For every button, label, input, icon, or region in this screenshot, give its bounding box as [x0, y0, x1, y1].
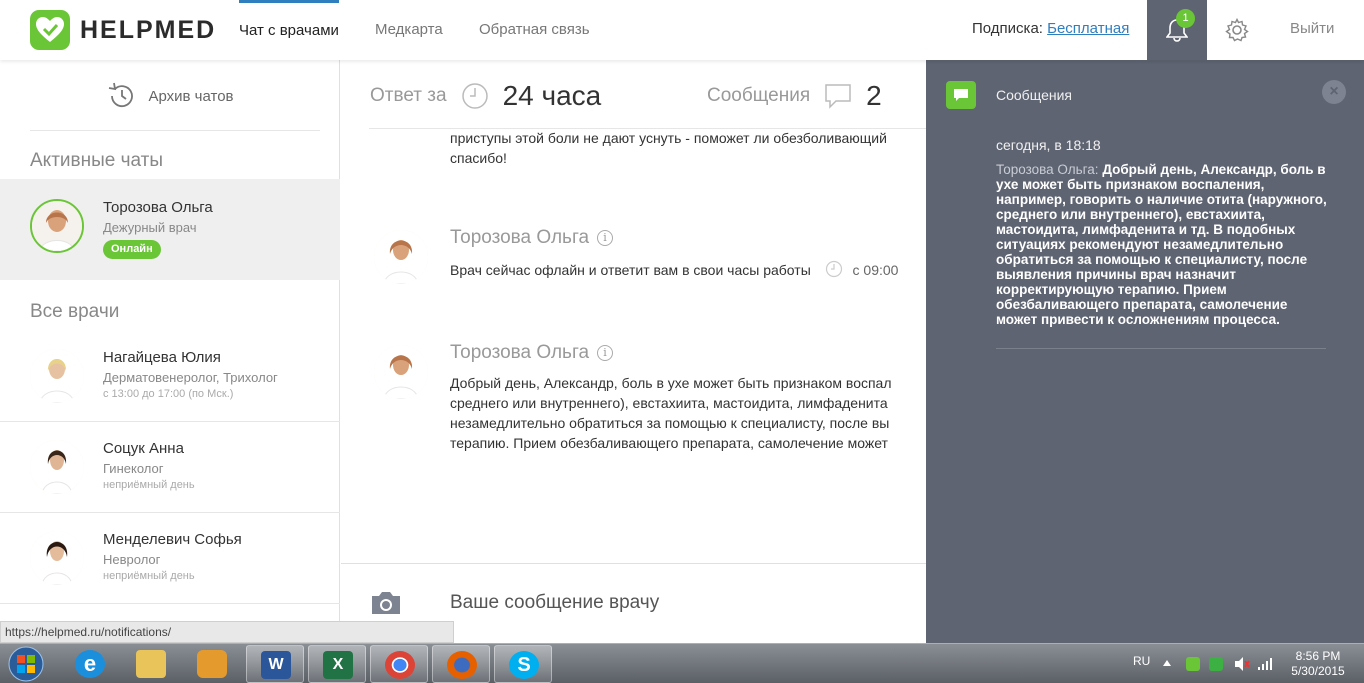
avatar	[30, 440, 84, 494]
doctor-specialty: Гинеколог	[103, 461, 164, 476]
doctor-name: Торозова Ольга	[103, 199, 213, 216]
subscription-link[interactable]: Бесплатная	[1047, 20, 1129, 37]
windows-taskbar: e W X S RU 8:56 PM 5/30/2015	[0, 643, 1364, 683]
all-doctors-title: Все врачи	[30, 301, 120, 322]
avatar	[374, 230, 428, 284]
doctor-hours: неприёмный день	[103, 479, 195, 491]
message-text: среднего или внутреннего), евстахиита, м…	[450, 395, 888, 411]
clock-icon	[461, 83, 488, 109]
notification-body: Добрый день, Александр, боль в ухе может…	[996, 162, 1327, 327]
subscription-info: Подписка: Бесплатная	[972, 0, 1129, 60]
message-text: Добрый день, Александр, боль в ухе может…	[450, 375, 892, 391]
clock-time: 8:56 PM	[1295, 649, 1341, 663]
chat-bubble-icon	[825, 84, 851, 109]
nav-medcard[interactable]: Медкарта	[375, 0, 443, 60]
notification-text[interactable]: Торозова Ольга: Добрый день, Александр, …	[996, 162, 1331, 327]
ie-icon[interactable]: e	[61, 645, 119, 683]
tray-security-icon[interactable]	[1209, 657, 1223, 671]
logo-text: HELPMED	[80, 15, 217, 44]
status-url: https://helpmed.ru/notifications/	[0, 621, 454, 643]
message-input[interactable]: Ваше сообщение врачу	[450, 592, 659, 614]
logo-heart-icon	[30, 10, 70, 50]
messages-count: 2	[866, 80, 882, 111]
doctor-hours: с 13:00 до 17:00 (по Мск.)	[103, 388, 234, 400]
message-text: приступы этой боли не дают уснуть - помо…	[450, 130, 887, 146]
reply-value: 24 часа	[502, 80, 602, 111]
archive-label: Архив чатов	[148, 87, 234, 105]
info-icon[interactable]: i	[597, 230, 614, 246]
signal-icon[interactable]	[1257, 657, 1273, 671]
media-player-icon[interactable]	[183, 645, 241, 683]
start-icon[interactable]	[6, 645, 46, 683]
avatar	[30, 531, 84, 585]
info-icon[interactable]: i	[597, 345, 614, 361]
subscription-label: Подписка:	[972, 20, 1043, 37]
doctor-list-item[interactable]: Соцук Анна Гинеколог неприёмный день	[0, 422, 340, 513]
volume-muted-icon[interactable]	[1234, 656, 1250, 672]
message-time: с 09:00	[852, 262, 899, 278]
doctor-name: Соцук Анна	[103, 440, 184, 457]
message-author: Торозова Ольга i	[450, 227, 614, 249]
history-icon	[109, 82, 134, 108]
reply-time-stat: Ответ за 24 часа	[370, 80, 601, 112]
camera-icon[interactable]	[370, 590, 402, 616]
logout-button[interactable]: Выйти	[1290, 0, 1334, 60]
notifications-panel: Сообщения × сегодня, в 18:18 Торозова Ол…	[926, 60, 1364, 643]
divider	[30, 130, 320, 131]
message-icon	[946, 81, 976, 109]
message-text: спасибо!	[450, 150, 507, 166]
system-clock[interactable]: 8:56 PM 5/30/2015	[1288, 649, 1348, 679]
panel-title: Сообщения	[996, 87, 1072, 103]
notification-time: сегодня, в 18:18	[996, 137, 1101, 153]
avatar	[30, 199, 84, 253]
tray-arrow-icon[interactable]	[1162, 657, 1172, 669]
notifications-button[interactable]: 1	[1147, 0, 1207, 60]
active-chats-title: Активные чаты	[30, 150, 164, 171]
messages-stat: Сообщения 2	[707, 80, 882, 112]
doctor-role: Дежурный врач	[103, 220, 197, 235]
doctor-name: Менделевич Софья	[103, 531, 242, 548]
message-text: терапию. Прием обезбаливающего препарата…	[450, 435, 888, 451]
notification-author: Торозова Ольга:	[996, 162, 1099, 177]
helpmed-logo[interactable]: HELPMED	[30, 10, 216, 50]
avatar	[374, 345, 428, 399]
active-chat-item[interactable]: Торозова Ольга Дежурный врач Онлайн	[0, 179, 340, 280]
message-body: Врач сейчас офлайн и ответит вам в свои …	[450, 262, 811, 278]
chrome-icon[interactable]	[370, 645, 428, 683]
explorer-icon[interactable]	[122, 645, 180, 683]
doctor-hours: неприёмный день	[103, 570, 195, 582]
skype-icon[interactable]: S	[494, 645, 552, 683]
avatar	[30, 349, 84, 403]
messages-label: Сообщения	[707, 85, 811, 106]
nav-chat-doctors[interactable]: Чат с врачами	[239, 0, 339, 60]
message-text: незамедлительно обратиться за помощью к …	[450, 415, 890, 431]
doctor-list-item[interactable]: Менделевич Софья Невролог неприёмный ден…	[0, 513, 340, 604]
gear-icon[interactable]	[1225, 18, 1249, 42]
doctor-specialty: Невролог	[103, 552, 161, 567]
chat-area: Ответ за 24 часа Сообщения 2 приступы эт…	[341, 60, 926, 643]
doctor-name: Нагайцева Юлия	[103, 349, 221, 366]
notification-count-badge: 1	[1176, 9, 1195, 28]
excel-icon[interactable]: X	[308, 645, 366, 683]
message-author: Торозова Ольга i	[450, 342, 614, 364]
firefox-icon[interactable]	[432, 645, 490, 683]
divider	[996, 348, 1326, 349]
message-text: Врач сейчас офлайн и ответит вам в свои …	[450, 260, 898, 280]
top-header: HELPMED Чат с врачами Медкарта Обратная …	[0, 0, 1364, 60]
tray-app-icon[interactable]	[1186, 657, 1200, 671]
online-status-badge: Онлайн	[103, 240, 161, 259]
doctor-list-item[interactable]: Нагайцева Юлия Дерматовенеролог, Трихоло…	[0, 331, 340, 422]
clock-icon	[825, 260, 842, 278]
doctor-specialty: Дерматовенеролог, Трихолог	[103, 370, 278, 385]
nav-feedback[interactable]: Обратная связь	[479, 0, 590, 60]
reply-label: Ответ за	[370, 85, 447, 106]
close-icon[interactable]: ×	[1322, 80, 1346, 104]
author-name: Торозова Ольга	[450, 227, 590, 248]
word-icon[interactable]: W	[246, 645, 304, 683]
clock-date: 5/30/2015	[1291, 664, 1345, 678]
author-name: Торозова Ольга	[450, 342, 590, 363]
language-indicator[interactable]: RU	[1133, 654, 1150, 683]
archive-chats-button[interactable]: Архив чатов	[0, 60, 340, 132]
sidebar: Архив чатов Активные чаты Торозова Ольга…	[0, 60, 340, 643]
